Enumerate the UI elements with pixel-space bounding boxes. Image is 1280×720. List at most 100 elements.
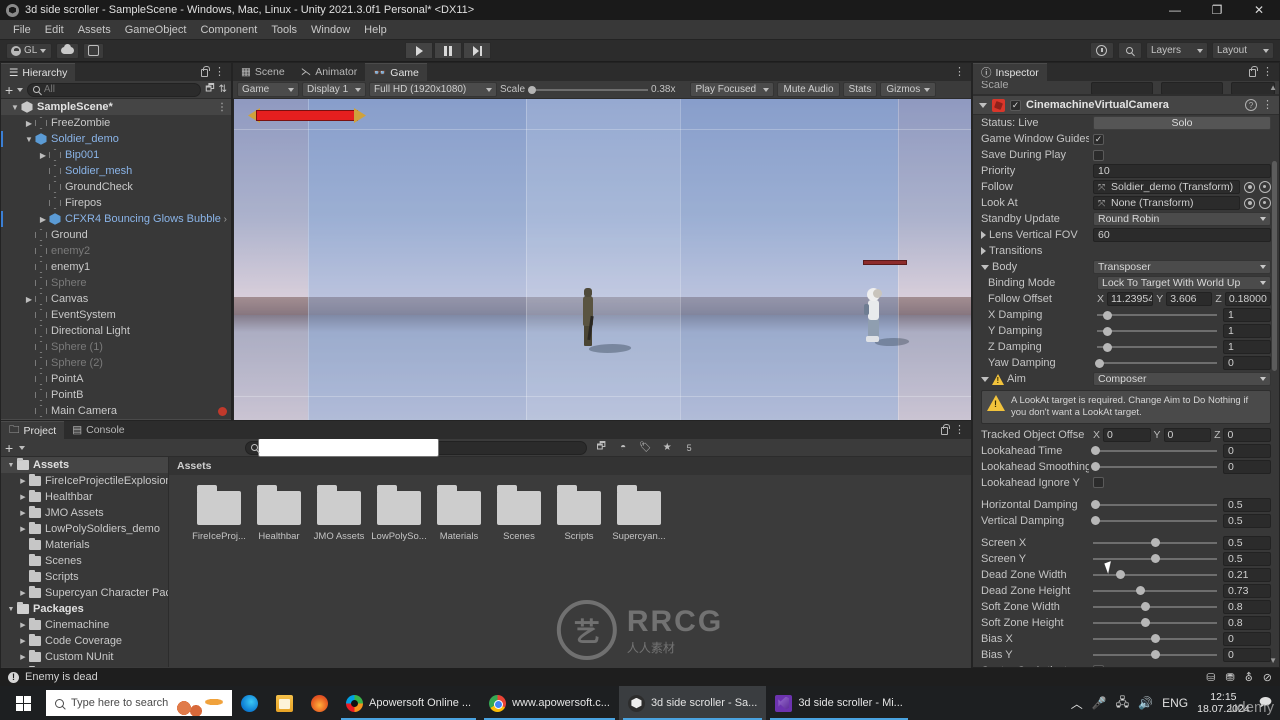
kebab-icon[interactable]: ⋮	[954, 424, 965, 436]
inspector-scrollbar[interactable]	[1271, 121, 1278, 401]
slider-track[interactable]	[1091, 500, 1217, 510]
asset-item-materials[interactable]: Materials	[429, 485, 489, 542]
project-tree-item-scripts[interactable]: Scripts	[1, 569, 168, 585]
slider-knob[interactable]	[1095, 358, 1105, 368]
slider-track[interactable]	[1093, 650, 1217, 660]
project-tree-item-materials[interactable]: Materials	[1, 537, 168, 553]
vector3-field[interactable]: X 11.23954 Y 3.606 Z 0.18000	[1097, 292, 1272, 306]
taskbar-app-chrome[interactable]: www.apowersoft.c...	[480, 686, 619, 720]
slider-track[interactable]	[1093, 602, 1217, 612]
slider-value-field[interactable]: 1	[1223, 308, 1271, 322]
kebab-icon[interactable]: ⋮	[217, 102, 227, 113]
account-button[interactable]: GL	[6, 42, 52, 59]
taskbar-app-visual-studio[interactable]: 3d side scroller - Mi...	[766, 686, 912, 720]
inspector-row-bias-y[interactable]: Bias Y 0	[973, 647, 1279, 663]
asset-item-jmo-assets[interactable]: JMO Assets	[309, 485, 369, 542]
maximize-button[interactable]: ❐	[1196, 0, 1238, 20]
scale-slider-track[interactable]	[528, 85, 649, 94]
asset-grid[interactable]: FireIceProj... Healthbar JMO Assets LowPoly…	[169, 475, 971, 542]
hierarchy-item-samplescene[interactable]: ▼ SampleScene* ⋮	[1, 99, 231, 115]
volume-icon[interactable]: 🔊	[1138, 696, 1153, 710]
hidden-count-icon[interactable]: 5	[681, 441, 697, 455]
gameview-tabbar[interactable]: ▦ Scene ⋋ Animator 👓 Game ⋮	[233, 63, 971, 81]
inspector-row-z-damping[interactable]: Z Damping 1	[973, 339, 1279, 355]
slider-value-field[interactable]: 0.8	[1223, 615, 1271, 630]
hierarchy-item-soldier-mesh[interactable]: Soldier_mesh	[1, 163, 231, 179]
inspector-row-bias-x[interactable]: Bias X 0	[973, 631, 1279, 647]
scale-y-field[interactable]	[1161, 82, 1223, 94]
property-dropdown[interactable]: Transposer	[1093, 260, 1271, 274]
scale-slider-knob[interactable]	[528, 85, 537, 94]
slider-knob[interactable]	[1091, 500, 1101, 510]
hierarchy-item-eventsystem[interactable]: EventSystem	[1, 307, 231, 323]
hierarchy-item-pointb[interactable]: PointB	[1, 387, 231, 403]
inspector-row-lookahead-time[interactable]: Lookahead Time 0	[973, 443, 1279, 459]
hierarchy-item-groundcheck[interactable]: GroundCheck	[1, 179, 231, 195]
vector-y-field[interactable]: 3.606	[1166, 292, 1213, 306]
hierarchy-tree[interactable]: ▼ SampleScene* ⋮ ▶ FreeZombie ▼ Soldier_demo ▶ B…	[1, 99, 231, 421]
property-checkbox[interactable]	[1093, 149, 1104, 161]
project-search-input[interactable]	[258, 438, 440, 457]
slider-control[interactable]: 0.5	[1093, 551, 1271, 566]
services-button[interactable]	[83, 42, 104, 59]
scene-filter-icon[interactable]: 🗗	[205, 81, 214, 98]
hierarchy-item-pointa[interactable]: PointA	[1, 371, 231, 387]
label-filter-icon[interactable]: 🏷	[637, 441, 653, 455]
project-tree-item-assets[interactable]: ▼ Assets	[1, 457, 168, 473]
vector-z-field[interactable]: 0.18000	[1224, 292, 1272, 306]
hierarchy-search-box[interactable]	[27, 82, 202, 97]
inspector-body[interactable]: Scale CinemachineVirtualCamera ? ⋮ Statu…	[973, 81, 1279, 667]
slider-value-field[interactable]: 0.5	[1223, 497, 1271, 512]
slider-knob[interactable]	[1151, 634, 1160, 644]
window-controls[interactable]: — ❐ ✕	[1154, 0, 1280, 20]
slider-knob[interactable]	[1151, 650, 1160, 660]
expand-triangle-icon[interactable]: ▼	[5, 462, 17, 469]
inspector-row-soft-zone-height[interactable]: Soft Zone Height 0.8	[973, 615, 1279, 631]
slider-control[interactable]: 1	[1097, 308, 1271, 322]
resolution-dropdown[interactable]: Full HD (1920x1080)	[369, 82, 497, 97]
slider-knob[interactable]	[1102, 342, 1112, 352]
vector-z-field[interactable]: 0	[1223, 427, 1271, 442]
transform-scale-row-clipped[interactable]: Scale	[973, 81, 1279, 95]
expand-triangle-icon[interactable]: ▶	[17, 509, 29, 517]
slider-knob[interactable]	[1136, 586, 1146, 596]
chevron-up-icon[interactable]: ︿	[1071, 695, 1083, 712]
status-bar[interactable]: ! Enemy is dead ⛁ ⛃ ⛢ ⊘	[0, 668, 1280, 686]
project-tree-item-scenes[interactable]: Scenes	[1, 553, 168, 569]
scale-x-field[interactable]	[1091, 82, 1153, 94]
slider-knob[interactable]	[1091, 516, 1101, 526]
scroll-down-arrow-icon[interactable]: ▼	[1269, 656, 1277, 665]
project-search-box[interactable]	[245, 438, 588, 457]
kebab-icon[interactable]: ⋮	[1262, 66, 1273, 78]
project-tabbar[interactable]: 🗀 Project ▤ Console ⋮	[1, 421, 971, 439]
slider-value-field[interactable]: 0	[1223, 631, 1271, 646]
hierarchy-item-firepos[interactable]: Firepos	[1, 195, 231, 211]
gear-icon[interactable]	[1259, 181, 1271, 193]
close-button[interactable]: ✕	[1238, 0, 1280, 20]
slider-knob[interactable]	[1091, 446, 1101, 456]
lock-icon[interactable]	[941, 423, 950, 435]
expand-triangle-icon[interactable]	[981, 264, 989, 270]
slider-knob[interactable]	[1116, 570, 1126, 580]
unity-toolbar[interactable]: GL Layers Layout	[0, 40, 1280, 62]
project-asset-browser[interactable]: Assets FireIceProj... Healthbar JMO Assets…	[169, 457, 971, 667]
inspector-row-y-damping[interactable]: Y Damping 1	[973, 323, 1279, 339]
tab-project[interactable]: 🗀 Project	[1, 421, 65, 439]
vector-x-field[interactable]: 11.23954	[1107, 292, 1154, 306]
lock-icon[interactable]	[201, 65, 210, 77]
slider-track[interactable]	[1097, 310, 1217, 320]
scale-slider[interactable]: Scale 0.38x	[500, 84, 675, 95]
windows-taskbar[interactable]: Type here to search Apowersoft Online ..…	[0, 686, 1280, 720]
slider-knob[interactable]	[1151, 538, 1160, 548]
hierarchy-tabbar[interactable]: ☰ Hierarchy ⋮	[1, 63, 231, 81]
slider-control[interactable]: 0	[1091, 443, 1271, 458]
display-dropdown[interactable]: Display 1	[302, 82, 366, 97]
collapse-triangle-icon[interactable]	[979, 102, 987, 108]
inspector-row-lens-vertical-fov[interactable]: Lens Vertical FOV 60	[973, 227, 1279, 243]
add-gameobject-button[interactable]: +	[5, 83, 13, 97]
kebab-icon[interactable]: ⋮	[214, 66, 225, 78]
asset-item-fireiceproj[interactable]: FireIceProj...	[189, 485, 249, 542]
taskbar-app-apowersoft[interactable]: Apowersoft Online ...	[337, 686, 480, 720]
project-tree-item-cinemachine[interactable]: ▶ Cinemachine	[1, 617, 168, 633]
tab-console[interactable]: ▤ Console	[64, 421, 132, 439]
